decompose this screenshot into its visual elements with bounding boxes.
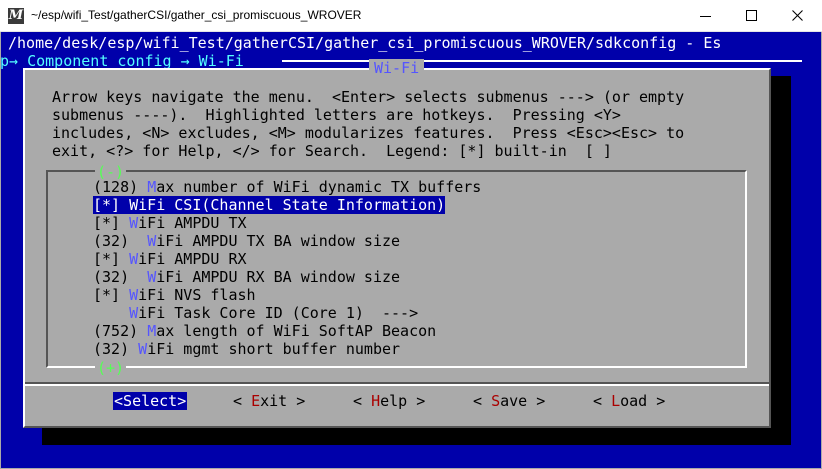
close-button[interactable]	[775, 0, 821, 32]
menu-item[interactable]: [*] WiFi CSI(Channel State Information)	[93, 196, 446, 214]
menu-item-label: ax number of WiFi dynamic TX buffers	[156, 178, 482, 196]
menu-item-prefix: (32)	[93, 340, 139, 358]
button-separator	[25, 382, 769, 386]
exit-button[interactable]: < Exit >	[233, 392, 305, 410]
window-title: ~/esp/wifi_Test/gatherCSI/gather_csi_pro…	[31, 8, 362, 22]
menu-item-hotkey: M	[147, 178, 157, 196]
menu-item-prefix: (752)	[93, 322, 148, 340]
menu-item-prefix: (32)	[93, 268, 148, 286]
menu-item[interactable]: [*] WiFi NVS flash	[93, 286, 256, 304]
dialog-title: Wi-Fi	[369, 59, 425, 77]
window-titlebar: M ~/esp/wifi_Test/gatherCSI/gather_csi_p…	[0, 0, 822, 32]
menu-item-label: iFi AMPDU RX	[138, 250, 247, 268]
select-button[interactable]: <Select>	[113, 392, 188, 410]
close-icon	[792, 10, 803, 21]
minimize-icon	[700, 16, 711, 17]
menu-item-prefix: [*]	[93, 196, 130, 214]
button-bracket: <	[353, 392, 372, 410]
menu-item-prefix: [*]	[93, 286, 130, 304]
button-label: xit >	[260, 392, 306, 410]
menu-item-label: ax length of WiFi SoftAP Beacon	[156, 322, 437, 340]
menu-item-label: iFi AMPDU RX BA window size	[156, 268, 401, 286]
menu-item[interactable]: (752) Max length of WiFi SoftAP Beacon	[93, 322, 436, 340]
menu-item[interactable]: (128) Max number of WiFi dynamic TX buff…	[93, 178, 481, 196]
maximize-icon	[746, 10, 757, 21]
menu-item[interactable]: (32) WiFi AMPDU TX BA window size	[93, 232, 400, 250]
menu-item-hotkey: M	[147, 322, 157, 340]
menu-item-label: iFi Task Core ID (Core 1) --->	[138, 304, 419, 322]
terminal-area[interactable]: /home/desk/esp/wifi_Test/gatherCSI/gathe…	[0, 32, 822, 469]
scroll-down-indicator[interactable]: (+)	[95, 359, 127, 377]
help-button[interactable]: < Help >	[353, 392, 425, 410]
menu-item-hotkey: W	[147, 268, 157, 286]
menu-item[interactable]: WiFi Task Core ID (Core 1) --->	[93, 304, 418, 322]
menu-item-hotkey: W	[129, 250, 139, 268]
menu-item[interactable]: (32) WiFi AMPDU RX BA window size	[93, 268, 400, 286]
button-label: elect>	[132, 392, 187, 410]
menu-item-hotkey: W	[147, 232, 157, 250]
menu-item-label: iFi mgmt short buffer number	[147, 340, 401, 358]
button-label: elp >	[380, 392, 426, 410]
menu-item-prefix: [*]	[93, 250, 130, 268]
menu-item-label: iFi AMPDU TX	[138, 214, 247, 232]
button-hotkey: H	[371, 392, 381, 410]
config-path: /home/desk/esp/wifi_Test/gatherCSI/gathe…	[8, 34, 722, 52]
minimize-button[interactable]	[683, 0, 729, 32]
menu-item[interactable]: (32) WiFi mgmt short buffer number	[93, 340, 400, 358]
mintty-icon[interactable]: M	[8, 8, 24, 24]
menu-item[interactable]: [*] WiFi AMPDU TX	[93, 214, 247, 232]
menu-item-label: iFi CSI(Channel State Information)	[138, 196, 446, 214]
menu-list: (-) (128) Max number of WiFi dynamic TX …	[46, 163, 747, 377]
button-hotkey: S	[491, 392, 501, 410]
menu-item-prefix: (32)	[93, 232, 148, 250]
menu-item-prefix: (128)	[93, 178, 148, 196]
terminal-scrollbar[interactable]	[802, 32, 820, 469]
menu-item-hotkey: W	[129, 286, 139, 304]
menuconfig-dialog: Wi-Fi Arrow keys navigate the menu. <Ent…	[23, 59, 771, 428]
menu-item-hotkey: W	[129, 196, 139, 214]
button-bracket: <	[593, 392, 612, 410]
button-hotkey: E	[251, 392, 261, 410]
help-text: Arrow keys navigate the menu. <Enter> se…	[52, 88, 684, 160]
menu-item-hotkey: W	[138, 340, 148, 358]
menu-item-prefix: [*]	[93, 214, 130, 232]
menu-item-label: iFi NVS flash	[138, 286, 256, 304]
button-label: ave >	[500, 392, 546, 410]
button-label: oad >	[620, 392, 666, 410]
load-button[interactable]: < Load >	[593, 392, 665, 410]
help-line: includes, <N> excludes, <M> modularizes …	[52, 124, 685, 142]
maximize-button[interactable]	[729, 0, 775, 32]
help-line: submenus ----). Highlighted letters are …	[52, 106, 621, 124]
button-hotkey: L	[611, 392, 621, 410]
menu-item[interactable]: [*] WiFi AMPDU RX	[93, 250, 247, 268]
menu-item-hotkey: W	[129, 304, 139, 322]
button-bracket: <	[114, 392, 124, 410]
menu-item-label: iFi AMPDU TX BA window size	[156, 232, 401, 250]
help-line: exit, <?> for Help, </> for Search. Lege…	[52, 142, 612, 160]
help-line: Arrow keys navigate the menu. <Enter> se…	[52, 88, 685, 106]
save-button[interactable]: < Save >	[473, 392, 545, 410]
menu-item-hotkey: W	[129, 214, 139, 232]
button-bracket: <	[233, 392, 252, 410]
menu-item-prefix	[93, 304, 129, 322]
breadcrumb-rule	[282, 60, 802, 62]
button-hotkey: S	[123, 392, 133, 410]
button-bracket: <	[473, 392, 492, 410]
